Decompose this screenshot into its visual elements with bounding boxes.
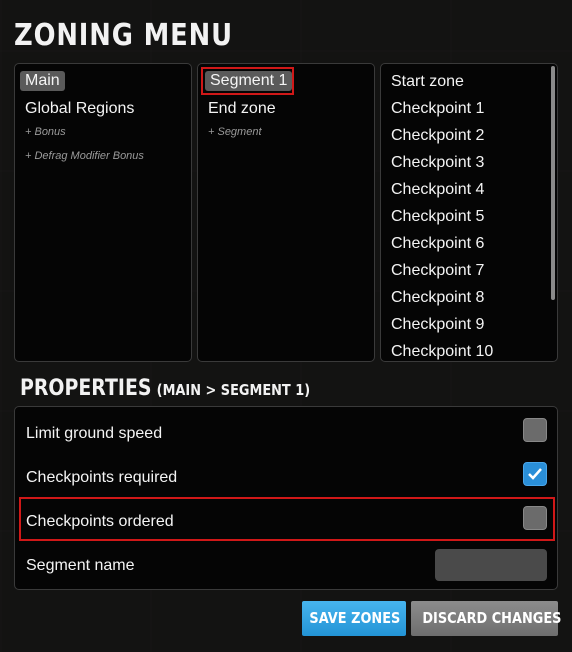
add-bonus-button[interactable]: + Bonus — [25, 126, 66, 138]
zones-list[interactable]: Start zone Checkpoint 1 Checkpoint 2 Che… — [380, 63, 558, 362]
zone-item[interactable]: Checkpoint 8 — [391, 289, 484, 307]
discard-changes-label: DISCARD CHANGES — [422, 609, 562, 627]
zone-item[interactable]: Start zone — [391, 73, 464, 91]
limit-ground-speed-label: Limit ground speed — [26, 425, 163, 442]
properties-heading: PROPERTIES — [20, 376, 152, 401]
tracks-list[interactable]: Main Global Regions + Bonus + Defrag Mod… — [14, 63, 192, 362]
limit-ground-speed-checkbox[interactable] — [523, 418, 547, 442]
properties-path: (MAIN > SEGMENT 1) — [156, 381, 311, 399]
zone-item[interactable]: Checkpoint 4 — [391, 181, 484, 199]
zone-item[interactable]: Checkpoint 5 — [391, 208, 484, 226]
segments-list[interactable]: Segment 1 End zone + Segment — [197, 63, 375, 362]
add-defrag-bonus-button[interactable]: + Defrag Modifier Bonus — [25, 150, 144, 162]
properties-title: PROPERTIES (MAIN > SEGMENT 1) — [20, 376, 310, 401]
checkpoints-required-label: Checkpoints required — [26, 469, 178, 486]
segment-item-end-zone[interactable]: End zone — [208, 100, 276, 118]
track-item-global-regions[interactable]: Global Regions — [25, 100, 134, 118]
menu-title: ZONING MENU — [14, 18, 233, 53]
save-zones-label: SAVE ZONES — [309, 609, 401, 627]
discard-changes-button[interactable]: DISCARD CHANGES — [411, 601, 562, 636]
zoning-menu-panel: ZONING MENU Main Global Regions + Bonus … — [0, 0, 572, 652]
zone-item[interactable]: Checkpoint 1 — [391, 100, 484, 118]
checkpoints-ordered-label: Checkpoints ordered — [26, 513, 174, 530]
zone-item[interactable]: Checkpoint 2 — [391, 127, 484, 145]
add-segment-button[interactable]: + Segment — [208, 126, 262, 138]
properties-box: Limit ground speed Checkpoints required … — [14, 406, 558, 590]
checkpoints-ordered-checkbox[interactable] — [523, 506, 547, 530]
zone-item[interactable]: Checkpoint 6 — [391, 235, 484, 253]
segment-item-1[interactable]: Segment 1 — [205, 71, 293, 91]
save-zones-button[interactable]: SAVE ZONES — [302, 601, 406, 636]
zone-item[interactable]: Checkpoint 9 — [391, 316, 484, 334]
check-icon — [528, 468, 542, 480]
checkpoints-required-checkbox[interactable] — [523, 462, 547, 486]
zone-item[interactable]: Checkpoint 10 — [391, 343, 493, 361]
segment-name-label: Segment name — [26, 557, 135, 574]
zone-item[interactable]: Checkpoint 3 — [391, 154, 484, 172]
track-item-main[interactable]: Main — [20, 71, 65, 91]
zones-scrollbar[interactable] — [551, 66, 555, 300]
segment-name-input[interactable] — [435, 549, 547, 581]
zone-item[interactable]: Checkpoint 7 — [391, 262, 484, 280]
